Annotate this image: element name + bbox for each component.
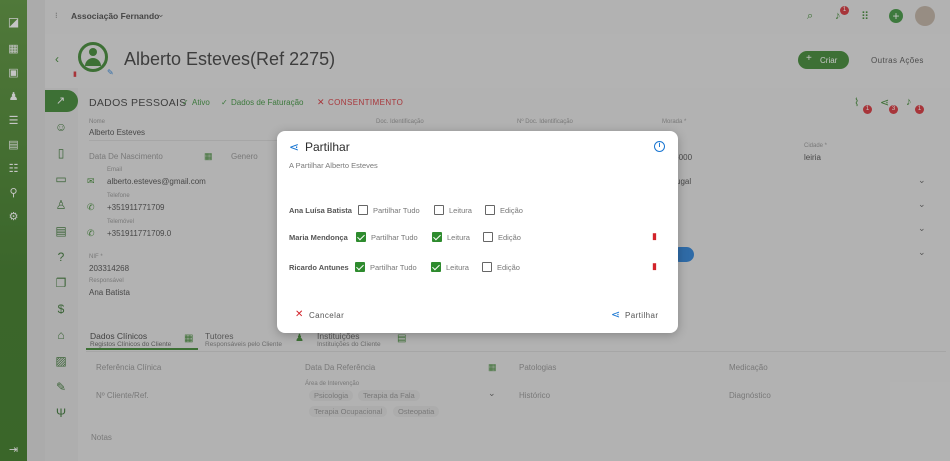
share-row-name: Maria Mendonça	[289, 233, 348, 242]
share-all-label: Partilhar Tudo	[370, 263, 417, 272]
share-row-name: Ricardo Antunes	[289, 263, 349, 272]
read-checkbox[interactable]	[431, 262, 441, 272]
dialog-subtitle: A Partilhar Alberto Esteves	[289, 161, 378, 170]
share-all-checkbox[interactable]	[356, 232, 366, 242]
info-icon[interactable]: i	[654, 141, 665, 152]
cancel-label: Cancelar	[309, 311, 345, 320]
read-label: Leitura	[447, 233, 470, 242]
delete-icon[interactable]: ▮	[652, 261, 657, 272]
cancel-button[interactable]: ✕ Cancelar	[295, 309, 365, 323]
read-checkbox[interactable]	[434, 205, 444, 215]
edit-checkbox[interactable]	[482, 262, 492, 272]
edit-label: Edição	[500, 206, 523, 215]
share-label: Partilhar	[625, 311, 659, 320]
delete-icon[interactable]: ▮	[652, 231, 657, 242]
share-all-label: Partilhar Tudo	[373, 206, 420, 215]
share-all-label: Partilhar Tudo	[371, 233, 418, 242]
edit-label: Edição	[498, 233, 521, 242]
share-icon: ⋖	[289, 140, 300, 154]
share-icon: ⋖	[611, 309, 621, 321]
edit-checkbox[interactable]	[483, 232, 493, 242]
share-dialog: ⋖ Partilhar i A Partilhar Alberto Esteve…	[277, 131, 678, 333]
edit-checkbox[interactable]	[485, 205, 495, 215]
share-row-name: Ana Luísa Batista	[289, 206, 352, 215]
edit-label: Edição	[497, 263, 520, 272]
read-label: Leitura	[449, 206, 472, 215]
dialog-title: Partilhar	[305, 140, 350, 154]
share-all-checkbox[interactable]	[355, 262, 365, 272]
share-button[interactable]: ⋖ Partilhar	[611, 309, 671, 323]
read-checkbox[interactable]	[432, 232, 442, 242]
read-label: Leitura	[446, 263, 469, 272]
share-all-checkbox[interactable]	[358, 205, 368, 215]
close-icon: ✕	[295, 309, 304, 320]
